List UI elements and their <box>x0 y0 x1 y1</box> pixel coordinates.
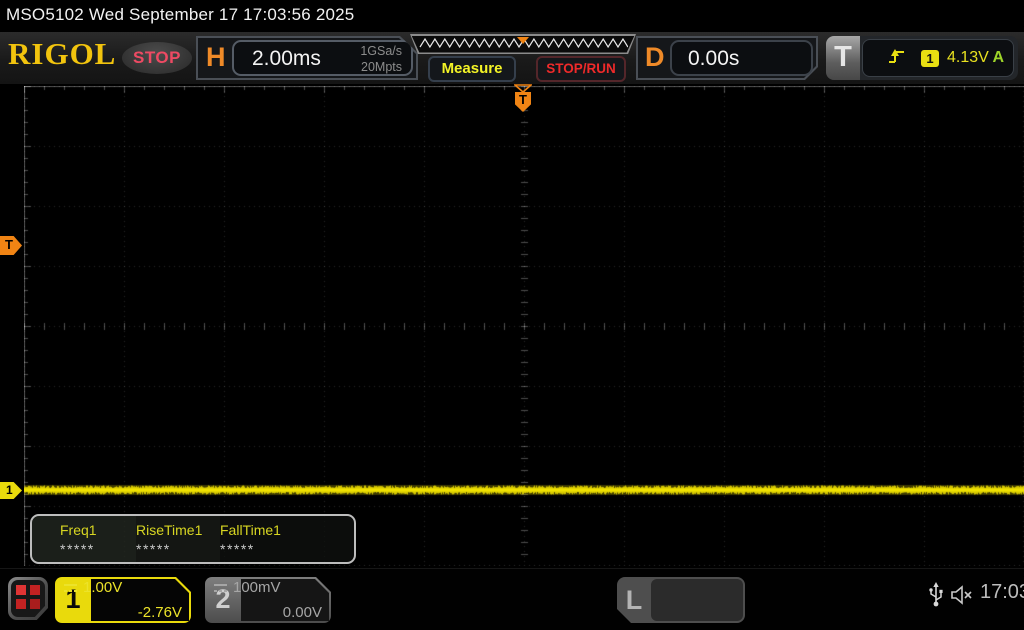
delay-inner: 0.00s <box>670 40 813 76</box>
dc-coupling-icon <box>213 583 228 593</box>
clock: 17:03 <box>980 581 1024 603</box>
measure-button[interactable]: Measure <box>428 56 516 82</box>
trigger-inner: 1 4.13V A <box>862 39 1014 77</box>
trigger-position-marker[interactable]: T <box>514 84 532 114</box>
red-square-icon <box>30 585 40 595</box>
rigol-logo: RIGOL <box>8 36 117 71</box>
measurement-label: Freq1 <box>60 522 97 538</box>
logic-label: L <box>625 585 643 615</box>
measurement-value: ***** <box>136 541 171 557</box>
trigger-position-triangle-icon <box>514 84 532 93</box>
horizontal-inner: 2.00ms 1GSa/s 20Mpts <box>232 40 413 76</box>
measurement-value: ***** <box>60 541 95 557</box>
measurement-label: FallTime1 <box>220 522 281 538</box>
overview-waveform-icon <box>419 37 628 49</box>
measurement-item[interactable]: Freq1 ***** <box>32 516 136 562</box>
horizontal-label: H <box>206 42 226 72</box>
measurement-item[interactable]: FallTime1 ***** <box>220 516 281 562</box>
trigger-position-flag: T <box>515 92 531 112</box>
logic-channel-numbers: 0 1 2 3 4 5 6 7 8 9 1011 12131415 <box>651 579 743 621</box>
channel1-offset: -2.76V <box>137 604 182 621</box>
sample-rate: 1GSa/s <box>360 44 402 58</box>
channel1-status[interactable]: 1 1.00V -2.76V <box>55 577 191 623</box>
waveform-canvas[interactable] <box>24 86 1024 566</box>
delay-label: D <box>645 42 665 72</box>
trigger-level-marker[interactable]: T <box>0 236 22 255</box>
trigger-level-value: 4.13V <box>947 49 989 66</box>
speaker-mute-icon[interactable] <box>950 584 974 606</box>
trigger-label: T <box>826 36 860 80</box>
channel2-offset: 0.00V <box>282 604 322 621</box>
delay-value: 0.00s <box>688 47 740 70</box>
logic-row1: 0 1 2 3 4 5 6 7 <box>651 622 748 630</box>
trigger-source-badge: 1 <box>921 50 939 67</box>
bottom-status-bar: 1 1.00V -2.76V 2 100mV 0.00V L 0 1 2 3 4… <box>0 568 1024 630</box>
trigger-sweep-mode: A <box>992 49 1004 66</box>
stop-run-button[interactable]: STOP/RUN <box>536 56 626 82</box>
delay-panel[interactable]: D 0.00s <box>636 36 818 80</box>
channel1-scale-line: 1.00V <box>63 579 122 596</box>
red-square-icon <box>16 599 26 609</box>
channel2-status[interactable]: 2 100mV 0.00V <box>205 577 331 623</box>
run-state-badge: STOP <box>122 42 192 74</box>
red-square-icon <box>30 599 40 609</box>
channel2-scale-line: 100mV <box>213 579 281 596</box>
usb-icon <box>929 582 943 607</box>
title-bar: MSO5102 Wed September 17 17:03:56 2025 <box>0 0 1024 32</box>
measurement-value: ***** <box>220 541 255 557</box>
measurement-item[interactable]: RiseTime1 ***** <box>136 516 220 562</box>
channel2-scale: 100mV <box>233 579 281 596</box>
horizontal-panel[interactable]: H 2.00ms 1GSa/s 20Mpts <box>196 36 418 80</box>
graticule-area[interactable]: T T 1 Freq1 ***** RiseTime1 ***** FallTi… <box>0 84 1024 570</box>
model-and-datetime: MSO5102 Wed September 17 17:03:56 2025 <box>6 5 355 24</box>
acquisition-info: 1GSa/s 20Mpts <box>360 44 402 75</box>
waveform-overview-strip[interactable] <box>410 34 636 54</box>
measurement-label: RiseTime1 <box>136 522 203 538</box>
header-bar: RIGOL STOP H 2.00ms 1GSa/s 20Mpts Measur… <box>0 32 1024 84</box>
memory-depth: 20Mpts <box>361 59 402 74</box>
channel1-scale: 1.00V <box>83 579 123 596</box>
channel1-ground-marker[interactable]: 1 <box>0 482 22 499</box>
trigger-panel[interactable]: T 1 4.13V A <box>826 36 1018 80</box>
channel-menu-icon[interactable] <box>8 577 48 620</box>
red-square-icon <box>16 585 26 595</box>
overview-trigger-marker-icon <box>517 37 529 44</box>
oscilloscope-screen: MSO5102 Wed September 17 17:03:56 2025 R… <box>0 0 1024 630</box>
dc-coupling-icon <box>63 583 78 593</box>
timebase-value: 2.00ms <box>252 47 321 70</box>
measurement-results-box[interactable]: Freq1 ***** RiseTime1 ***** FallTime1 **… <box>30 514 356 564</box>
logic-channels-status[interactable]: L 0 1 2 3 4 5 6 7 8 9 1011 12131415 <box>617 577 745 623</box>
rising-edge-icon <box>889 49 904 63</box>
